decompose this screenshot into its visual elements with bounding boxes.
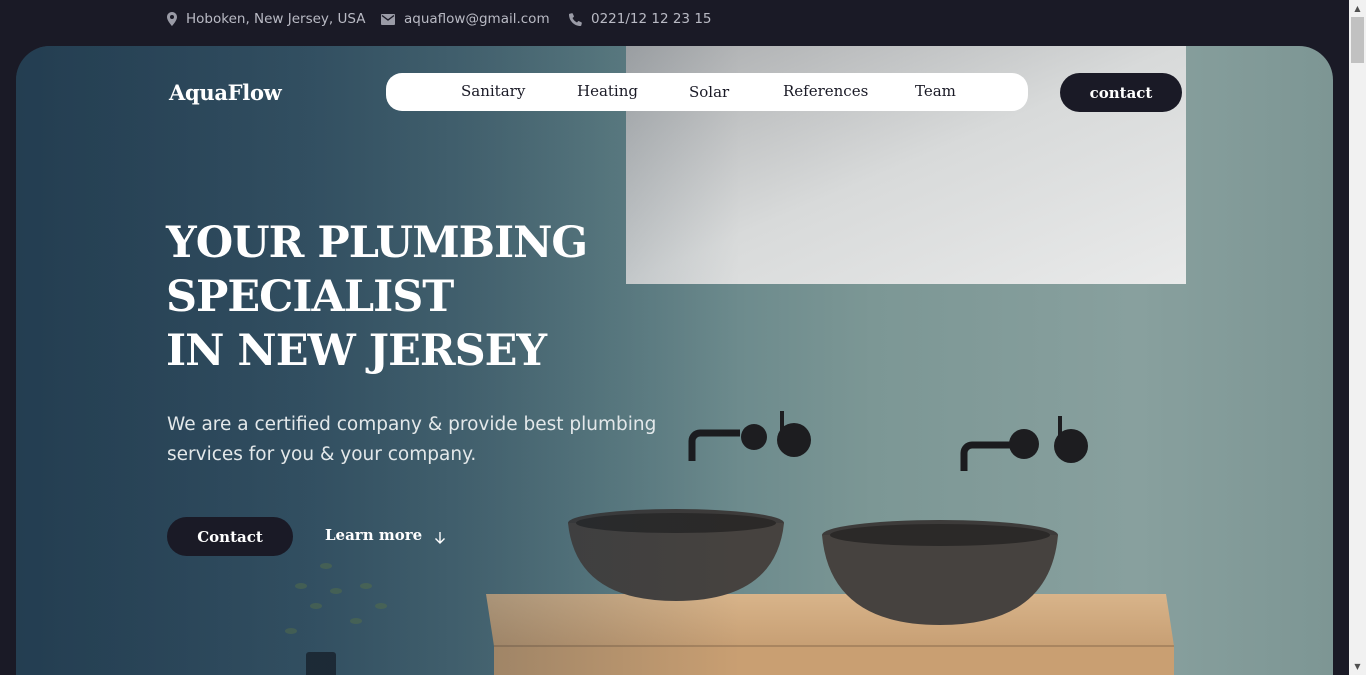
hero-contact-button[interactable]: Contact [167,517,293,556]
nav-item-references[interactable]: References [783,82,868,100]
nav-item-heating[interactable]: Heating [577,82,638,100]
arrow-down-icon [435,532,446,544]
headline-line-2: SPECIALIST [166,272,454,322]
hero-subtext: We are a certified company & provide bes… [167,414,657,465]
scroll-up-arrow-icon[interactable]: ▲ [1349,0,1366,17]
address-text: Hoboken, New Jersey, USA [186,11,366,27]
nav-item-sanitary[interactable]: Sanitary [461,82,525,100]
phone-icon [569,12,582,26]
header-contact-button[interactable]: contact [1060,73,1182,112]
learn-more-label: Learn more [325,526,423,544]
phone-info[interactable]: 0221/12 12 23 15 [569,11,712,27]
main-nav: Sanitary Heating Solar References Team [386,73,1028,111]
hero-section: AquaFlow Sanitary Heating Solar Referenc… [16,46,1333,675]
email-info[interactable]: aquaflow@gmail.com [381,11,550,27]
site-logo[interactable]: AquaFlow [169,80,282,105]
page-scrollbar[interactable]: ▲ ▼ [1349,0,1366,675]
headline-line-3: IN NEW JERSEY [166,326,547,376]
scrollbar-thumb[interactable] [1351,17,1364,63]
learn-more-link[interactable]: Learn more [325,525,446,545]
address-info: Hoboken, New Jersey, USA [167,11,365,27]
phone-text[interactable]: 0221/12 12 23 15 [591,11,712,27]
headline-line-1: YOUR PLUMBING [166,218,588,268]
hero-headline: YOUR PLUMBING SPECIALIST IN NEW JERSEY [166,216,588,378]
envelope-icon [381,13,395,25]
location-pin-icon [167,12,177,26]
nav-item-team[interactable]: Team [915,82,956,100]
top-info-bar: Hoboken, New Jersey, USA aquaflow@gmail.… [0,0,1349,45]
scroll-down-arrow-icon[interactable]: ▼ [1349,658,1366,675]
nav-item-solar[interactable]: Solar [689,83,729,101]
email-text[interactable]: aquaflow@gmail.com [404,11,550,27]
